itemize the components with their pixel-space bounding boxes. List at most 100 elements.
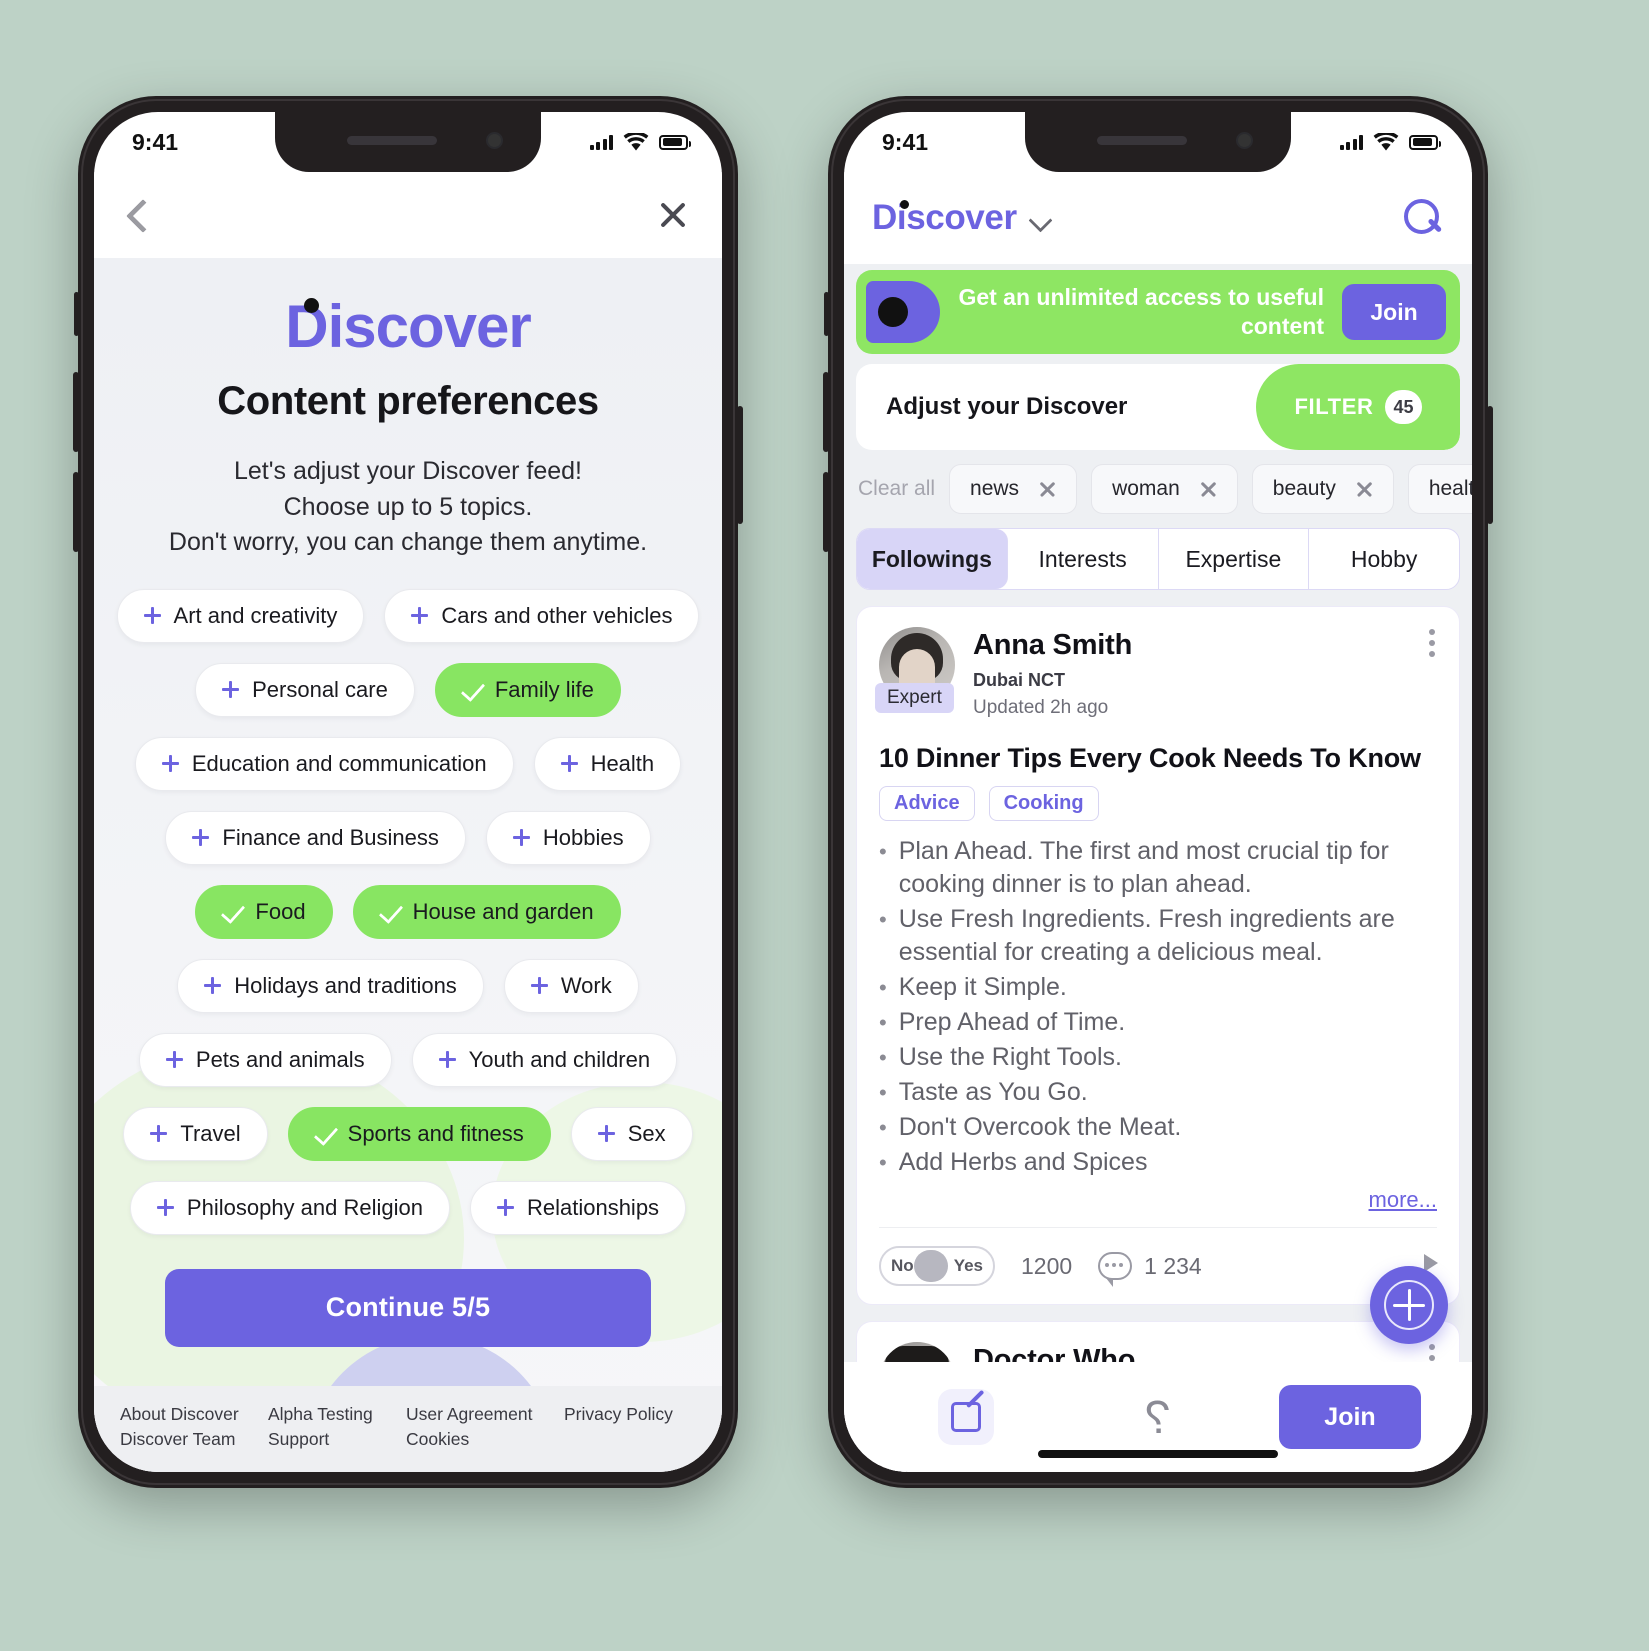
footer-link[interactable]: Support xyxy=(268,1427,406,1452)
post-tag[interactable]: Advice xyxy=(879,786,975,821)
volume-up-button[interactable] xyxy=(73,372,79,452)
nav-join[interactable]: Join xyxy=(1254,1385,1446,1449)
bullet-icon: • xyxy=(879,975,887,1000)
post-engagement-bar: No Yes 1200 1 234 xyxy=(879,1227,1438,1304)
post-bullet-list: • Plan Ahead. The first and most crucial … xyxy=(879,835,1437,1179)
tab-interests[interactable]: Interests xyxy=(1008,529,1159,589)
topic-chip-row: Finance and Business Hobbies xyxy=(112,810,704,865)
subtitle-line-2: Choose up to 5 topics. xyxy=(283,492,533,521)
filter-tag[interactable]: news xyxy=(949,464,1078,514)
post-card[interactable]: Expert Anna Smith Dubai NCT Updated 2h a… xyxy=(856,606,1460,1305)
topic-chip[interactable]: Food xyxy=(195,884,333,939)
topic-chip[interactable]: House and garden xyxy=(352,884,621,939)
brand-name: Discover xyxy=(872,198,1017,237)
post-tag[interactable]: Cooking xyxy=(988,786,1099,821)
footer-link[interactable]: Cookies xyxy=(406,1427,564,1452)
filter-tag[interactable]: health xyxy=(1407,464,1472,514)
more-link[interactable]: more... xyxy=(1369,1187,1437,1212)
vote-count: 1200 xyxy=(1021,1252,1073,1279)
power-button[interactable] xyxy=(737,406,743,524)
join-button[interactable]: Join xyxy=(1279,1385,1421,1449)
post-bullet: • Use the Right Tools. xyxy=(879,1041,1437,1074)
topic-chip[interactable]: Relationships xyxy=(469,1180,687,1235)
topic-chip[interactable]: Pets and animals xyxy=(138,1032,392,1087)
post-author-org: Dubai NCT xyxy=(973,670,1065,690)
promo-join-button[interactable]: Join xyxy=(1342,284,1446,340)
topic-chip[interactable]: Travel xyxy=(123,1106,268,1161)
post-more-options-icon[interactable] xyxy=(1429,627,1437,659)
check-icon xyxy=(222,905,242,918)
right-screen: 9:41 Discover Get an unlimited access to… xyxy=(844,112,1472,1472)
canvas: 9:41 Discover Content preferences Let's … xyxy=(0,0,1649,1651)
topic-chip[interactable]: Sports and fitness xyxy=(287,1106,551,1161)
footer-link[interactable]: About Discover xyxy=(120,1402,268,1427)
status-time: 9:41 xyxy=(132,128,179,155)
tab-followings[interactable]: Followings xyxy=(857,529,1008,589)
remove-tag-icon[interactable] xyxy=(1039,481,1056,498)
topic-chip[interactable]: Health xyxy=(533,736,682,791)
power-button-2[interactable] xyxy=(1487,406,1493,524)
topic-chip[interactable]: Education and communication xyxy=(134,736,514,791)
topic-chip-label: Health xyxy=(590,750,655,776)
filter-tag[interactable]: woman xyxy=(1091,464,1238,514)
brand-dropdown[interactable]: Discover xyxy=(872,198,1051,238)
add-post-fab[interactable] xyxy=(1370,1266,1448,1344)
clear-all-button[interactable]: Clear all xyxy=(858,477,935,501)
remove-tag-icon[interactable] xyxy=(1356,481,1373,498)
bullet-icon: • xyxy=(879,1150,887,1175)
volume-down-button[interactable] xyxy=(73,472,79,552)
topic-chip-label: Travel xyxy=(180,1120,241,1146)
filter-tag[interactable]: beauty xyxy=(1251,464,1394,514)
filter-tag-label: health xyxy=(1428,477,1472,500)
nav-help[interactable]: ? xyxy=(1062,1391,1254,1443)
plus-icon xyxy=(161,755,179,772)
close-icon[interactable] xyxy=(658,200,688,230)
remove-tag-icon[interactable] xyxy=(1200,481,1217,498)
filter-tag-label: woman xyxy=(1112,477,1180,500)
tab-hobby[interactable]: Hobby xyxy=(1309,529,1459,589)
footer-link[interactable]: Discover Team xyxy=(120,1427,268,1452)
topic-chip[interactable]: Family life xyxy=(434,662,621,717)
topic-chip[interactable]: Work xyxy=(503,958,639,1013)
post-more-link-wrap: more... xyxy=(879,1187,1437,1213)
left-body: Discover Content preferences Let's adjus… xyxy=(94,258,722,1472)
topic-chip[interactable]: Hobbies xyxy=(485,810,651,865)
comment-group[interactable]: 1 234 xyxy=(1098,1252,1202,1287)
nav-compose[interactable] xyxy=(870,1389,1062,1445)
plus-icon xyxy=(512,829,530,846)
post-header: Expert Anna Smith Dubai NCT Updated 2h a… xyxy=(875,627,1437,719)
topic-chip[interactable]: Sex xyxy=(570,1106,693,1161)
topic-chip[interactable]: Art and creativity xyxy=(116,588,365,643)
status-bar-left: 9:41 xyxy=(94,112,722,172)
footer-link[interactable]: Alpha Testing xyxy=(268,1402,406,1427)
silent-switch-2[interactable] xyxy=(824,292,829,336)
topic-chip[interactable]: Youth and children xyxy=(411,1032,678,1087)
footer-link[interactable]: Privacy Policy xyxy=(564,1402,673,1427)
footer-link[interactable]: User Agreement xyxy=(406,1402,564,1427)
topic-chip-row: Holidays and traditions Work xyxy=(112,958,704,1013)
post-tag-list: Advice Cooking xyxy=(879,786,1437,821)
vote-toggle[interactable]: No Yes xyxy=(879,1246,995,1286)
topic-chip-label: Youth and children xyxy=(468,1046,651,1072)
chevron-left-icon[interactable] xyxy=(128,199,146,231)
search-icon[interactable] xyxy=(1404,199,1442,237)
continue-button[interactable]: Continue 5/5 xyxy=(165,1268,651,1347)
plus-icon xyxy=(156,1199,174,1216)
topic-chip[interactable]: Philosophy and Religion xyxy=(129,1180,450,1235)
volume-down-button-2[interactable] xyxy=(823,472,829,552)
topic-chip-row: Personal care Family life xyxy=(112,662,704,717)
silent-switch[interactable] xyxy=(74,292,79,336)
chevron-down-icon[interactable] xyxy=(1031,212,1051,224)
filter-button[interactable]: FILTER 45 xyxy=(1256,364,1460,450)
volume-up-button-2[interactable] xyxy=(823,372,829,452)
promo-logo-icon xyxy=(866,281,940,343)
topic-chip-label: Food xyxy=(255,898,306,924)
tab-expertise[interactable]: Expertise xyxy=(1159,529,1310,589)
topic-chip[interactable]: Personal care xyxy=(195,662,415,717)
status-badge: Expert xyxy=(875,683,954,713)
topic-chip[interactable]: Finance and Business xyxy=(165,810,466,865)
vote-knob[interactable] xyxy=(914,1250,948,1282)
topic-chip[interactable]: Cars and other vehicles xyxy=(384,588,700,643)
plus-icon xyxy=(496,1199,514,1216)
topic-chip[interactable]: Holidays and traditions xyxy=(177,958,484,1013)
